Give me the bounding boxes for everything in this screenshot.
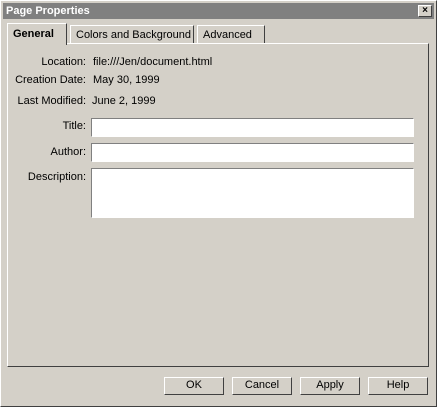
dialog-title: Page Properties [6, 5, 90, 17]
description-label: Description: [27, 171, 86, 183]
tab-colors-label: Colors and Background [76, 29, 191, 41]
close-button[interactable]: × [418, 5, 432, 17]
apply-button[interactable]: Apply [300, 377, 360, 395]
page-properties-dialog: Page Properties × General Colors and Bac… [0, 0, 437, 407]
title-label: Title: [62, 120, 86, 132]
last-modified-label: Last Modified: [17, 95, 86, 107]
help-button[interactable]: Help [368, 377, 428, 395]
creation-date-label: Creation Date: [15, 74, 86, 86]
ok-button-label: OK [186, 379, 202, 391]
tab-general[interactable]: General [7, 23, 67, 45]
ok-button[interactable]: OK [164, 377, 224, 395]
location-label: Location: [41, 56, 86, 68]
tab-advanced-label: Advanced [203, 29, 252, 41]
tab-general-label: General [13, 28, 54, 40]
apply-button-label: Apply [316, 379, 344, 391]
help-button-label: Help [386, 379, 410, 391]
description-field[interactable] [91, 168, 414, 218]
creation-date-value: May 30, 1999 [93, 74, 160, 86]
cancel-button-label: Cancel [244, 379, 280, 391]
tab-colors-and-background[interactable]: Colors and Background [70, 25, 194, 43]
author-field[interactable] [91, 143, 414, 162]
last-modified-value: June 2, 1999 [92, 95, 156, 107]
author-label: Author: [50, 146, 86, 158]
title-field[interactable] [91, 118, 414, 137]
tab-advanced[interactable]: Advanced [197, 25, 265, 43]
location-value: file:///Jen/document.html [93, 56, 213, 68]
cancel-button[interactable]: Cancel [232, 377, 292, 395]
general-tab-panel: Location: file:///Jen/document.html Crea… [7, 43, 429, 367]
close-icon: × [422, 5, 428, 16]
title-bar[interactable]: Page Properties × [3, 3, 434, 19]
